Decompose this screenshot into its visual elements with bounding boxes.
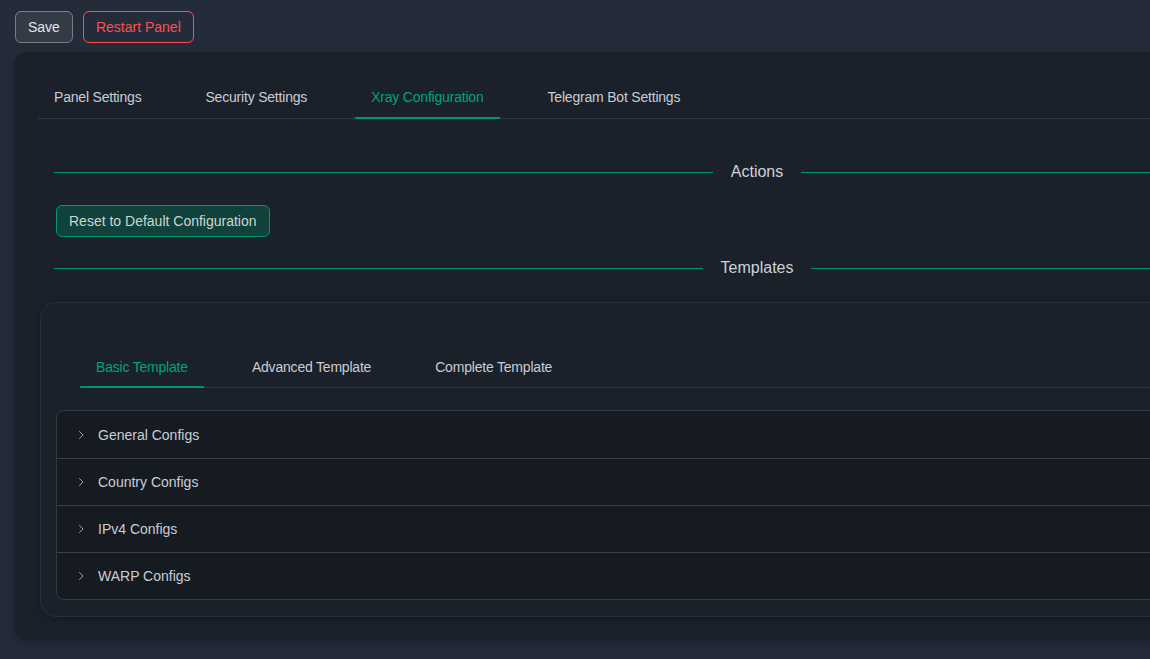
tab-xray-configuration[interactable]: Xray Configuration — [355, 76, 499, 118]
chevron-right-icon — [75, 523, 87, 535]
toolbar: Save Restart Panel — [15, 11, 194, 43]
template-tabs: Basic Template Advanced Template Complet… — [80, 346, 1150, 388]
collapse-header-warp-configs[interactable]: WARP Configs — [57, 552, 1150, 599]
collapse-header-label: WARP Configs — [98, 568, 191, 584]
xray-configuration-pane: Actions Reset to Default Configuration T… — [54, 160, 1150, 617]
restart-panel-button[interactable]: Restart Panel — [83, 11, 194, 43]
settings-tabs: Panel Settings Security Settings Xray Co… — [38, 76, 1150, 119]
collapse-header-label: Country Configs — [98, 474, 198, 490]
templates-divider: Templates — [54, 256, 1150, 280]
tab-telegram-bot-settings[interactable]: Telegram Bot Settings — [532, 76, 697, 118]
collapse-header-ipv4-configs[interactable]: IPv4 Configs — [57, 505, 1150, 552]
collapse-header-label: IPv4 Configs — [98, 521, 177, 537]
config-collapse: General Configs Country Configs IPv4 Con… — [56, 410, 1150, 600]
chevron-right-icon — [75, 476, 87, 488]
collapse-header-country-configs[interactable]: Country Configs — [57, 458, 1150, 505]
actions-divider: Actions — [54, 160, 1150, 184]
actions-divider-label: Actions — [731, 163, 783, 181]
tab-basic-template[interactable]: Basic Template — [80, 346, 204, 387]
collapse-header-label: General Configs — [98, 427, 199, 443]
tab-security-settings[interactable]: Security Settings — [189, 76, 323, 118]
templates-divider-label: Templates — [721, 259, 794, 277]
tab-advanced-template[interactable]: Advanced Template — [236, 346, 387, 387]
collapse-header-general-configs[interactable]: General Configs — [57, 411, 1150, 458]
tab-panel-settings[interactable]: Panel Settings — [38, 76, 157, 118]
reset-to-default-button[interactable]: Reset to Default Configuration — [56, 205, 270, 237]
save-button[interactable]: Save — [15, 11, 73, 43]
tab-complete-template[interactable]: Complete Template — [419, 346, 568, 387]
settings-card: Panel Settings Security Settings Xray Co… — [14, 52, 1150, 640]
basic-template-pane: General Configs Country Configs IPv4 Con… — [56, 410, 1150, 600]
chevron-right-icon — [75, 570, 87, 582]
chevron-right-icon — [75, 429, 87, 441]
templates-card: Basic Template Advanced Template Complet… — [40, 302, 1150, 617]
